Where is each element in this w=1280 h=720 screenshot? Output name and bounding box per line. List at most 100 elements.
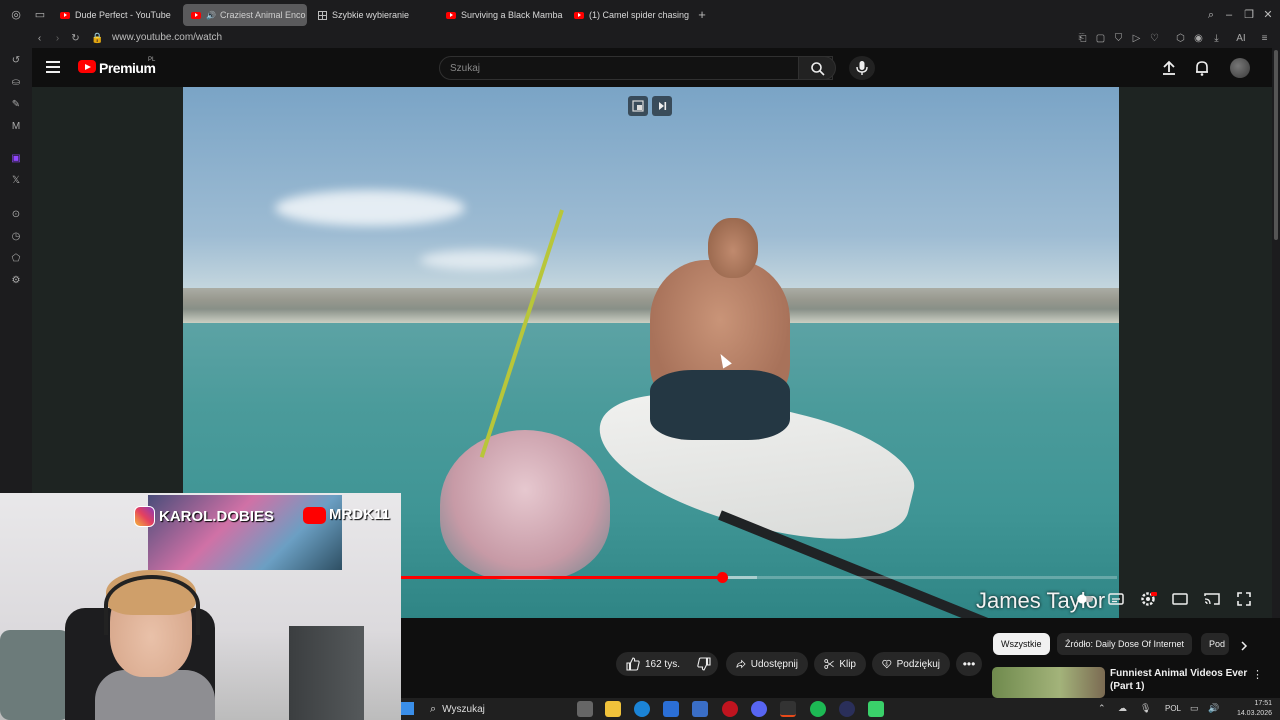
miniplayer-button[interactable]	[628, 96, 648, 116]
search-tabs-icon[interactable]: ⌕	[1204, 8, 1218, 22]
more-actions-button[interactable]: •••	[956, 652, 982, 676]
input-language[interactable]: POL	[1165, 704, 1181, 713]
back-icon[interactable]: ‹	[33, 32, 46, 45]
notifications-bell-icon[interactable]	[1193, 59, 1211, 77]
snapshot-icon[interactable]: ▢	[1094, 32, 1107, 45]
extensions-icon[interactable]: ⬡	[1174, 32, 1187, 45]
tab-dude-perfect[interactable]: Dude Perfect - YouTube	[52, 4, 180, 26]
voice-search-button[interactable]	[849, 56, 875, 80]
cloud-shape	[420, 250, 540, 270]
android-app-icon[interactable]	[868, 701, 884, 717]
search-button[interactable]	[798, 56, 836, 80]
youtube-logo-icon[interactable]	[78, 60, 96, 73]
file-explorer-icon[interactable]	[605, 701, 621, 717]
browser-tab-strip: ◎ ▭ Dude Perfect - YouTube 🔊 Craziest An…	[0, 0, 1280, 30]
recommendation-menu-icon[interactable]: ⋮	[1252, 668, 1263, 681]
heart-icon[interactable]: ♡	[1148, 32, 1161, 45]
app-icon[interactable]	[692, 701, 708, 717]
close-window-icon[interactable]: ✕	[1261, 8, 1275, 22]
tab-camel-spider[interactable]: (1) Camel spider chasing	[566, 4, 694, 26]
download-icon[interactable]: ⤓	[1210, 32, 1223, 45]
scissors-icon	[824, 659, 834, 669]
twitch-icon[interactable]: ▣	[9, 152, 23, 166]
store-icon[interactable]	[663, 701, 679, 717]
player-icon[interactable]: ⊙	[9, 208, 23, 222]
recommendation-thumbnail[interactable]	[992, 667, 1105, 698]
menu-icon[interactable]: ≡	[1258, 32, 1271, 45]
clock-date: 14.03.2026	[1236, 710, 1272, 717]
clock-icon[interactable]: ◷	[9, 230, 23, 244]
autoplay-toggle[interactable]	[1076, 590, 1094, 608]
scrollbar-thumb[interactable]	[1274, 50, 1278, 240]
like-button[interactable]: 162 tys.	[616, 652, 690, 676]
taskbar-clock[interactable]: 17:51 14.03.2026	[1232, 699, 1272, 719]
tab-black-mamba[interactable]: Surviving a Black Mamba	[438, 4, 566, 26]
extensions-sidebar-icon[interactable]: ⬠	[9, 252, 23, 266]
opera-icon[interactable]	[722, 701, 738, 717]
restore-icon[interactable]: ❐	[1242, 8, 1256, 22]
recommendation-title[interactable]: Funniest Animal Videos Ever (Part 1)	[1110, 667, 1250, 693]
windows-start-icon[interactable]	[401, 702, 414, 715]
fullscreen-icon[interactable]	[1235, 590, 1253, 608]
person-shirt-shape	[95, 670, 215, 720]
chip-all[interactable]: Wszystkie	[993, 633, 1050, 655]
dislike-button[interactable]	[690, 652, 718, 676]
obs-app-icon[interactable]	[780, 701, 796, 717]
thanks-heart-icon: $	[882, 659, 892, 669]
new-tab-icon[interactable]: +	[695, 8, 709, 22]
theater-mode-icon[interactable]	[1171, 590, 1189, 608]
obs-icon[interactable]	[839, 701, 855, 717]
tab-overview-icon[interactable]: ▭	[33, 8, 47, 22]
tab-craziest-animal[interactable]: 🔊 Craziest Animal Enco	[183, 4, 307, 26]
ai-button[interactable]: AI	[1230, 32, 1252, 45]
settings-icon[interactable]: ⚙	[9, 274, 23, 288]
avatar[interactable]	[1230, 58, 1250, 78]
task-view-icon[interactable]	[577, 701, 593, 717]
progress-played	[401, 576, 722, 579]
hamburger-menu-icon[interactable]	[46, 61, 60, 73]
play-icon[interactable]: ▷	[1130, 32, 1143, 45]
subtitles-icon[interactable]	[1107, 590, 1125, 608]
x-icon[interactable]: 𝕏	[9, 174, 23, 188]
wallet-icon[interactable]: ⛀	[9, 76, 23, 90]
tray-cloud-icon[interactable]: ☁	[1118, 703, 1127, 714]
clock-time: 17:51	[1254, 700, 1272, 707]
chips-next-icon[interactable]	[1237, 639, 1251, 653]
forward-icon[interactable]: ›	[51, 32, 64, 45]
shorts-shape	[650, 370, 790, 440]
share-button[interactable]: Udostępnij	[726, 652, 808, 676]
youtube-favicon-icon	[191, 11, 201, 19]
browser-logo-icon[interactable]: ◎	[9, 8, 23, 22]
notes-icon[interactable]: ✎	[9, 98, 23, 112]
bookmark-icon[interactable]: ⎗	[1076, 32, 1089, 45]
messenger-icon[interactable]: M	[9, 120, 23, 134]
profile-icon[interactable]: ◉	[1192, 32, 1205, 45]
chip-source[interactable]: Źródło: Daily Dose Of Internet	[1057, 633, 1193, 655]
next-video-button[interactable]	[652, 96, 672, 116]
youtube-brand[interactable]: Premium	[99, 60, 156, 76]
shield-icon[interactable]: ⛉	[1112, 32, 1125, 45]
tab-speed-dial[interactable]: Szybkie wybieranie	[310, 4, 438, 26]
discord-icon[interactable]	[751, 701, 767, 717]
tray-mic-icon[interactable]: 🎙	[1140, 703, 1151, 714]
settings-gear-icon[interactable]	[1139, 590, 1157, 608]
tray-network-icon[interactable]: ▭	[1190, 703, 1199, 714]
tray-volume-icon[interactable]: 🔊	[1208, 703, 1219, 714]
progress-scrubber[interactable]	[717, 572, 728, 583]
svg-text:$: $	[885, 661, 888, 666]
tab-label: Craziest Animal Enco	[219, 10, 306, 20]
upload-icon[interactable]	[1160, 59, 1178, 77]
taskbar-search[interactable]: ⌕ Wyszukaj	[424, 700, 564, 718]
edge-icon[interactable]	[634, 701, 650, 717]
cast-icon[interactable]	[1203, 590, 1221, 608]
clip-button[interactable]: Klip	[814, 652, 866, 676]
minimize-icon[interactable]: –	[1222, 8, 1236, 22]
history-icon[interactable]: ↺	[9, 54, 23, 68]
search-input[interactable]	[450, 61, 770, 76]
spotify-icon[interactable]	[810, 701, 826, 717]
reload-icon[interactable]: ↻	[69, 32, 82, 45]
tray-overflow-icon[interactable]: ⌃	[1098, 703, 1106, 714]
thanks-button[interactable]: $ Podziękuj	[872, 652, 950, 676]
url-field[interactable]: www.youtube.com/watch	[112, 32, 222, 43]
chip-partial[interactable]: Pod	[1201, 633, 1229, 655]
